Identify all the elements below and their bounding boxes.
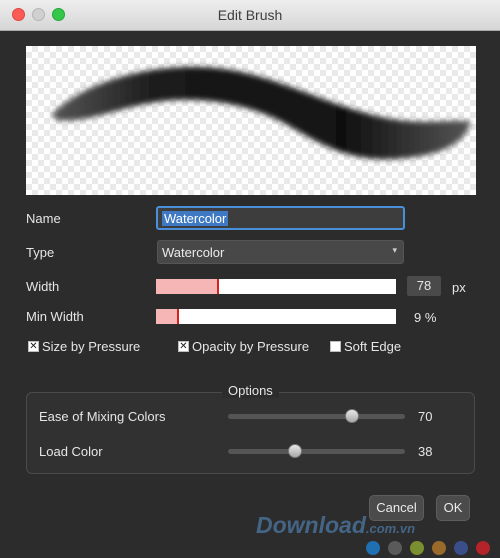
- brush-stroke-preview-image: [52, 66, 471, 160]
- width-unit: px: [452, 280, 466, 295]
- size-by-pressure-checkbox[interactable]: ✕ Size by Pressure: [28, 339, 140, 354]
- window-title: Edit Brush: [217, 7, 283, 23]
- min-width-slider[interactable]: [156, 309, 396, 324]
- width-slider-fill: [156, 279, 218, 294]
- width-label: Width: [26, 279, 60, 294]
- type-select-value: Watercolor: [162, 245, 225, 260]
- soft-edge-label: Soft Edge: [344, 339, 402, 354]
- soft-edge-checkbox[interactable]: Soft Edge: [330, 339, 401, 354]
- min-width-label: Min Width: [26, 309, 84, 324]
- name-input-value: Watercolor: [162, 211, 229, 226]
- type-label: Type: [26, 245, 55, 260]
- load-color-value: 38: [418, 444, 433, 459]
- size-by-pressure-label: Size by Pressure: [42, 339, 141, 354]
- ease-of-mixing-label: Ease of Mixing Colors: [39, 409, 166, 424]
- checkbox-icon[interactable]: ✕: [178, 341, 189, 352]
- opacity-by-pressure-label: Opacity by Pressure: [192, 339, 310, 354]
- checkbox-icon[interactable]: ✕: [28, 341, 39, 352]
- load-color-label: Load Color: [39, 444, 103, 459]
- load-color-slider[interactable]: [228, 449, 405, 454]
- watermark-dot: [432, 541, 446, 555]
- watermark-text: Download: [256, 512, 366, 538]
- name-input[interactable]: Watercolor: [156, 206, 405, 230]
- options-title: Options: [222, 383, 279, 398]
- min-width-slider-marker[interactable]: [177, 309, 179, 324]
- watermark-dot: [454, 541, 468, 555]
- width-slider-marker[interactable]: [217, 279, 219, 294]
- checkbox-icon[interactable]: [330, 341, 341, 352]
- min-width-slider-fill: [156, 309, 178, 324]
- width-value-field[interactable]: 78: [407, 276, 441, 296]
- brush-preview: [26, 46, 476, 195]
- title-bar: Edit Brush: [0, 0, 500, 31]
- ease-of-mixing-knob[interactable]: [345, 409, 359, 423]
- load-color-knob[interactable]: [288, 444, 302, 458]
- width-slider[interactable]: [156, 279, 396, 294]
- name-label: Name: [26, 211, 61, 226]
- watermark-suffix: .com.vn: [365, 521, 416, 536]
- watermark-dot: [410, 541, 424, 555]
- ease-of-mixing-slider[interactable]: [228, 414, 405, 419]
- watermark-dot: [366, 541, 380, 555]
- options-group: [26, 392, 475, 474]
- watermark-dot: [476, 541, 490, 555]
- ease-of-mixing-value: 70: [418, 409, 433, 424]
- min-width-value: 9 %: [414, 310, 437, 325]
- opacity-by-pressure-checkbox[interactable]: ✕ Opacity by Pressure: [178, 339, 309, 354]
- select-arrows-icon: ▾: [392, 245, 397, 255]
- type-select[interactable]: Watercolor ▾: [157, 240, 404, 264]
- watermark: Download.com.vn: [256, 512, 415, 539]
- watermark-dot: [388, 541, 402, 555]
- ok-button[interactable]: OK: [436, 495, 470, 521]
